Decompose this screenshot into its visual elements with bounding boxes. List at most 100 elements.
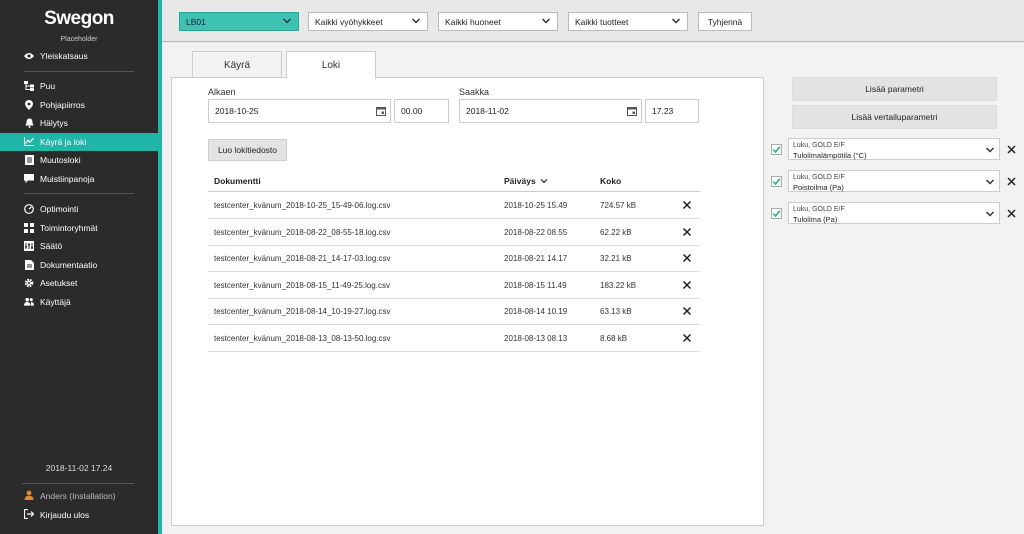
parameter-name: Tuloilmalämpötila (°C) <box>793 151 867 160</box>
row-size: 32.21 kB <box>600 254 632 263</box>
logout-icon <box>23 508 35 521</box>
sidebar-item-optimization[interactable]: Optimointi <box>0 200 158 219</box>
chevron-down-icon <box>541 18 551 24</box>
parameter-source: Luku, GOLD E/F <box>793 206 845 213</box>
room-select-value: Kaikki huoneet <box>445 16 501 27</box>
column-header-size[interactable]: Koko <box>600 176 621 186</box>
from-date-value: 2018-10-25 <box>215 106 259 116</box>
logout-link[interactable]: Kirjaudu ulos <box>23 508 90 521</box>
row-size: 183.22 kB <box>600 280 637 290</box>
parameter-checkbox[interactable] <box>771 208 782 219</box>
table-row[interactable]: testcenter_kvänum_2018-08-14_10-19-27.lo… <box>208 298 700 325</box>
product-select[interactable]: Kaikki tuotteet <box>568 12 688 31</box>
logout-label: Kirjaudu ulos <box>40 510 90 520</box>
column-header-date[interactable]: Päiväys <box>504 176 548 186</box>
zone-select[interactable]: Kaikki vyöhykkeet <box>308 12 428 31</box>
delete-icon[interactable] <box>681 279 693 291</box>
sidebar-item-tree[interactable]: Puu <box>0 77 158 96</box>
product-select-value: Kaikki tuotteet <box>575 16 629 27</box>
calendar-icon[interactable] <box>376 106 386 116</box>
parameter-source: Luku, GOLD E/F <box>793 142 845 149</box>
bell-icon <box>24 118 34 129</box>
table-row[interactable]: testcenter_kvänum_2018-08-21_14-17-03.lo… <box>208 245 700 272</box>
column-header-document[interactable]: Dokumentti <box>214 176 261 186</box>
sidebar-item-changelog[interactable]: Muutosloki <box>0 151 158 170</box>
from-time-input[interactable]: 00.00 <box>394 99 449 123</box>
chevron-down-icon <box>985 179 995 185</box>
sidebar-item-floorplan[interactable]: Pohjapiirros <box>0 96 158 115</box>
remove-parameter-icon[interactable] <box>1006 176 1017 187</box>
parameter-select[interactable]: Luku, GOLD E/F Poistoilma (Pa) <box>788 170 1000 192</box>
nav-group-main: Yleiskatsaus <box>0 47 158 77</box>
sort-desc-icon <box>540 179 548 184</box>
check-icon <box>772 178 781 186</box>
table-row[interactable]: testcenter_kvänum_2018-10-25_15-49-06.lo… <box>208 192 700 219</box>
parameter-checkbox[interactable] <box>771 144 782 155</box>
clear-filters-button[interactable]: Tyhjennä <box>698 12 752 31</box>
document-icon <box>24 259 34 270</box>
check-icon <box>772 210 781 218</box>
parameter-name: Poistoilma (Pa) <box>793 183 844 192</box>
tab-curve[interactable]: Käyrä <box>192 51 282 78</box>
row-document[interactable]: testcenter_kvänum_2018-08-13_08-13-50.lo… <box>214 334 391 343</box>
sidebar-item-settings[interactable]: Asetukset <box>0 274 158 293</box>
sidebar-item-function-groups[interactable]: Toimintoryhmät <box>0 219 158 238</box>
sidebar-item-label: Yleiskatsaus <box>40 51 88 62</box>
chat-icon <box>24 174 34 184</box>
calendar-icon[interactable] <box>627 106 637 116</box>
row-document[interactable]: testcenter_kvänum_2018-08-21_14-17-03.lo… <box>214 254 391 263</box>
sidebar-item-curve-and-log[interactable]: Käyrä ja loki <box>0 132 158 151</box>
sidebar-item-documentation[interactable]: Dokumentaatio <box>0 256 158 275</box>
remove-parameter-icon[interactable] <box>1006 208 1017 219</box>
create-log-file-button[interactable]: Luo lokitiedosto <box>208 139 287 161</box>
sidebar-item-label: Muutosloki <box>40 155 81 166</box>
row-document[interactable]: testcenter_kvänum_2018-08-14_10-19-27.lo… <box>214 307 391 316</box>
sidebar-item-label: Käyrä ja loki <box>40 136 87 147</box>
user-icon <box>24 490 34 502</box>
brand-logo[interactable]: Swegon Placeholder <box>0 8 158 43</box>
chart-line-icon <box>24 137 34 147</box>
delete-icon[interactable] <box>681 305 693 317</box>
delete-icon[interactable] <box>681 226 693 238</box>
sidebar-item-overview[interactable]: Yleiskatsaus <box>0 47 158 66</box>
building-select[interactable]: LB01 <box>179 12 299 31</box>
row-document[interactable]: testcenter_kvänum_2018-10-25_15-49-06.lo… <box>214 201 391 210</box>
delete-icon[interactable] <box>681 252 693 264</box>
user-name: Anders (Installation) <box>40 491 116 501</box>
sidebar-item-alarm[interactable]: Hälytys <box>0 114 158 133</box>
users-icon <box>24 297 34 307</box>
to-date-input[interactable]: 2018-11-02 <box>459 99 642 123</box>
chevron-down-icon <box>411 18 421 24</box>
sidebar-item-label: Hälytys <box>40 118 68 129</box>
sidebar-item-notes[interactable]: Muistiinpanoja <box>0 170 158 189</box>
parameter-select[interactable]: Luku, GOLD E/F Tuloilmalämpötila (°C) <box>788 138 1000 160</box>
parameter-select[interactable]: Luku, GOLD E/F Tuloilma (Pa) <box>788 202 1000 224</box>
remove-parameter-icon[interactable] <box>1006 144 1017 155</box>
tab-log[interactable]: Loki <box>286 51 376 79</box>
table-row[interactable]: testcenter_kvänum_2018-08-15_11-49-25.lo… <box>208 272 700 299</box>
room-select[interactable]: Kaikki huoneet <box>438 12 558 31</box>
sidebar-item-users[interactable]: Käyttäjä <box>0 293 158 312</box>
current-user[interactable]: Anders (Installation) <box>24 490 116 502</box>
row-size: 62.22 kB <box>600 227 632 237</box>
row-size: 63.13 kB <box>600 307 632 316</box>
sidebar-item-control[interactable]: Säätö <box>0 237 158 256</box>
row-document[interactable]: testcenter_kvänum_2018-08-22_08-55-18.lo… <box>214 228 391 237</box>
to-time-input[interactable]: 17.23 <box>645 99 699 123</box>
sliders-icon <box>24 241 34 252</box>
row-date: 2018-10-25 15.49 <box>504 201 568 210</box>
table-row[interactable]: testcenter_kvänum_2018-08-13_08-13-50.lo… <box>208 325 700 352</box>
table-row[interactable]: testcenter_kvänum_2018-08-22_08-55-18.lo… <box>208 219 700 246</box>
add-parameter-button[interactable]: Lisää parametri <box>792 77 997 101</box>
from-date-input[interactable]: 2018-10-25 <box>208 99 391 123</box>
parameter-checkbox[interactable] <box>771 176 782 187</box>
row-document[interactable]: testcenter_kvänum_2018-08-15_11-49-25.lo… <box>214 281 390 290</box>
add-comparison-parameter-button[interactable]: Lisää vertailuparametri <box>792 105 997 129</box>
delete-icon[interactable] <box>681 199 693 211</box>
chevron-down-icon <box>985 211 995 217</box>
delete-icon[interactable] <box>681 332 693 344</box>
gear-icon <box>24 278 34 288</box>
column-header-date-label: Päiväys <box>504 176 536 186</box>
row-date: 2018-08-22 08.55 <box>504 227 568 237</box>
sidebar-item-label: Puu <box>40 81 56 92</box>
